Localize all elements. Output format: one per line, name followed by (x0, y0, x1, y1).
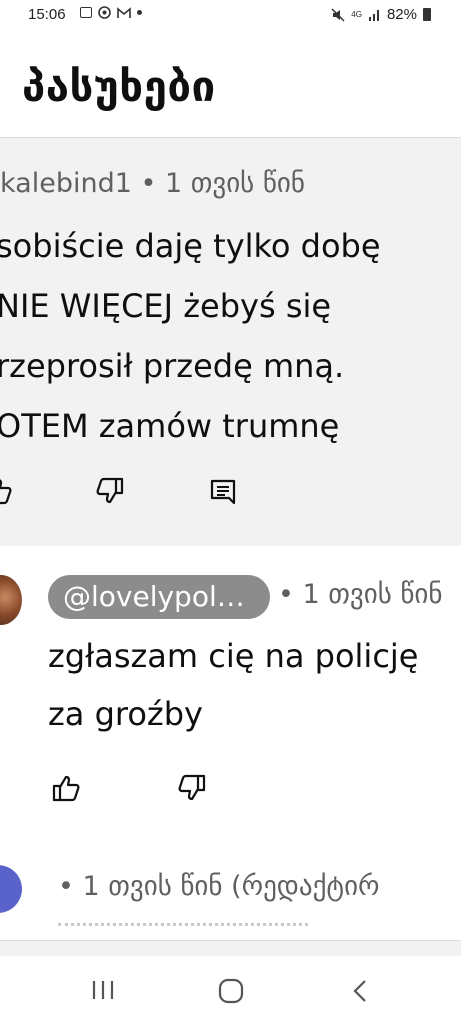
network-type: 4G (351, 9, 362, 19)
battery-icon (423, 8, 431, 21)
gallery-icon (80, 7, 92, 18)
system-icons: 4G 82% (331, 6, 431, 23)
comment-time: 1 თვის წინ (164, 168, 305, 199)
comment-time: 1 თვის წინ (302, 579, 443, 610)
truncated-text (58, 923, 308, 936)
mention-chip[interactable]: @lovelypol… (48, 575, 270, 619)
comment-text: zgłaszam cię na policję za groźby (48, 637, 419, 733)
home-icon[interactable] (218, 978, 244, 1004)
reply-comment: @lovelypol… • 1 თვის წინ zgłaszam cię na… (0, 545, 461, 835)
reply-button[interactable] (208, 478, 240, 508)
status-bar: 15:06 4G 82% (0, 0, 461, 32)
comment-meta: • 1 თვის წინ (რედაქტირ (58, 871, 380, 902)
comment-text: sobiście daję tylko dobę NIE WIĘCEJ żeby… (0, 227, 381, 445)
replies-header: პასუხები (0, 32, 461, 136)
comment-time: 1 თვის წინ (რედაქტირ (82, 871, 380, 902)
gmail-icon (117, 6, 131, 18)
meta-separator: • (131, 168, 165, 199)
more-notifications-icon (137, 10, 142, 15)
notification-icons (80, 6, 142, 19)
like-button[interactable] (0, 476, 14, 506)
avatar[interactable] (0, 575, 22, 625)
comment-meta: • 1 თვის წინ (278, 579, 442, 610)
page-title: პასუხები (22, 62, 216, 111)
battery-percent: 82% (386, 6, 417, 23)
status-time: 15:06 (28, 6, 66, 23)
reply-comment: • 1 თვის წინ (რედაქტირ (0, 835, 461, 940)
back-icon[interactable] (350, 978, 370, 1004)
comment-meta: kalebind1 • 1 თვის წინ (0, 168, 305, 199)
recent-apps-icon[interactable] (90, 978, 116, 1002)
signal-icon (368, 9, 379, 21)
navigation-bar (0, 956, 461, 1024)
chrome-icon (98, 6, 111, 19)
parent-comment: kalebind1 • 1 თვის წინ sobiście daję tyl… (0, 137, 461, 546)
meta-separator: • (278, 579, 303, 610)
mute-icon (331, 7, 345, 22)
meta-separator: • (58, 871, 83, 902)
comment-author[interactable]: kalebind1 (0, 168, 132, 199)
avatar[interactable] (0, 865, 22, 913)
dislike-button[interactable] (94, 476, 126, 506)
dislike-button[interactable] (176, 773, 208, 803)
like-button[interactable] (50, 773, 82, 803)
bottom-divider (0, 940, 461, 957)
